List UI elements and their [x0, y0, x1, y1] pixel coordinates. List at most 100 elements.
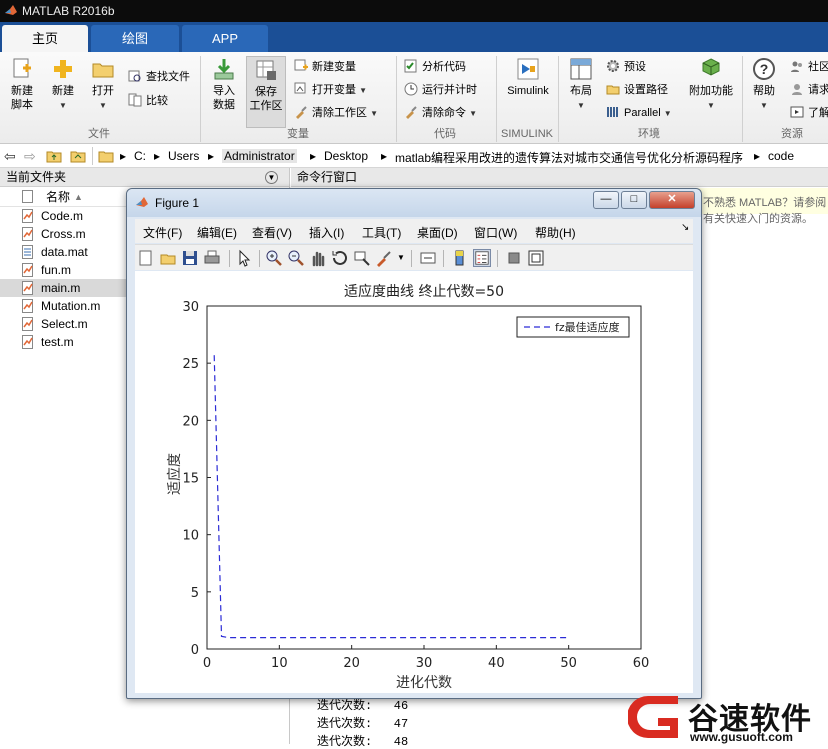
minimize-button[interactable]: — — [593, 191, 619, 209]
analyze-code-button[interactable]: 分析代码 — [404, 58, 466, 76]
menu-insert[interactable]: 插入(I) — [309, 224, 344, 241]
learn-button[interactable]: 了解 — [790, 104, 828, 122]
layout-button[interactable]: 布局 ▼ — [564, 56, 598, 113]
file-name: test.m — [41, 335, 74, 349]
group-file-label: 文件 — [88, 128, 110, 140]
learn-icon — [790, 106, 804, 118]
figure-window[interactable]: Figure 1 — □ ✕ 文件(F) 编辑(E) 查看(V) 插入(I) 工… — [126, 188, 702, 699]
close-button[interactable]: ✕ — [649, 191, 695, 209]
figure-canvas[interactable]: 适应度曲线 终止代数=50 进化代数 适应度 0 10 20 30 40 50 60 0 5 10… — [135, 271, 693, 693]
figure-title-bar[interactable]: Figure 1 — □ ✕ — [127, 189, 701, 217]
zoom-in-icon[interactable] — [265, 249, 283, 267]
pan-hand-icon[interactable] — [309, 249, 327, 267]
figure-title: Figure 1 — [155, 196, 200, 210]
gusuoft-logo-icon — [628, 696, 678, 738]
menu-desktop[interactable]: 桌面(D) — [417, 224, 458, 241]
zoom-out-icon[interactable] — [287, 249, 305, 267]
help-button[interactable]: ? 帮助 ▼ — [748, 56, 780, 113]
community-icon — [791, 61, 802, 72]
tab-apps[interactable]: APP — [182, 25, 268, 52]
dock-arrow-icon[interactable]: ↘ — [681, 222, 689, 233]
menu-window[interactable]: 窗口(W) — [474, 224, 517, 241]
breadcrumb-chevron: ▸ — [120, 149, 127, 163]
new-script-button[interactable]: 新建 脚本 — [4, 56, 40, 112]
y-tick-label: 30 — [182, 300, 199, 315]
parallel-button[interactable]: Parallel ▼ — [606, 104, 672, 122]
save-icon[interactable] — [181, 249, 199, 267]
set-path-label: 设置路径 — [624, 84, 668, 96]
chart-legend: fz最佳适应度 — [516, 316, 630, 338]
x-axis-label: 进化代数 — [396, 675, 452, 691]
clear-commands-button[interactable]: 清除命令 ▼ — [404, 104, 477, 122]
colorbar-icon[interactable] — [451, 249, 469, 267]
menu-edit[interactable]: 编辑(E) — [197, 224, 237, 241]
menu-tools[interactable]: 工具(T) — [362, 224, 401, 241]
tab-plots[interactable]: 绘图 — [91, 25, 179, 52]
gear-icon — [607, 60, 619, 72]
new-variable-button[interactable]: 新建变量 — [294, 58, 356, 76]
breadcrumb-users[interactable]: Users — [168, 149, 199, 163]
compare-label: 比较 — [146, 95, 168, 107]
fitness-curve-chart: 适应度曲线 终止代数=50 进化代数 适应度 0 10 20 30 40 50 60 0 5 10… — [166, 283, 650, 691]
print-icon[interactable] — [203, 249, 221, 267]
open-variable-button[interactable]: 打开变量 ▼ — [294, 81, 367, 99]
tab-home[interactable]: 主页 — [2, 25, 88, 52]
simulink-button[interactable]: Simulink — [502, 56, 554, 98]
new-label: 新建 — [52, 85, 74, 97]
breadcrumb-administrator[interactable]: Administrator — [222, 149, 297, 163]
show-plot-tools-icon[interactable] — [527, 249, 545, 267]
open-variable-label: 打开变量 — [312, 84, 356, 96]
current-folder-title: 当前文件夹 — [6, 170, 67, 184]
menu-file[interactable]: 文件(F) — [143, 224, 182, 241]
dropdown-arrow-icon: ▼ — [469, 109, 477, 118]
request-support-button[interactable]: 请求 — [790, 81, 828, 99]
dropdown-arrow-icon: ▼ — [370, 109, 378, 118]
dropdown-arrow-icon: ▼ — [663, 109, 672, 118]
link-plot-icon[interactable] — [419, 249, 437, 267]
rotate-3d-icon[interactable] — [331, 249, 349, 267]
maximize-button[interactable]: □ — [621, 191, 647, 209]
find-files-button[interactable]: 查找文件 — [128, 68, 190, 86]
folder-open-icon — [92, 63, 114, 78]
preferences-button[interactable]: 预设 — [606, 58, 646, 76]
breadcrumb-code[interactable]: code — [768, 149, 794, 163]
menu-view[interactable]: 查看(V) — [252, 224, 292, 241]
new-figure-icon[interactable] — [137, 249, 155, 267]
open-button[interactable]: 打开 ▼ — [86, 56, 120, 113]
back-arrow-icon[interactable]: ⇦ — [4, 148, 16, 165]
breadcrumb-drive[interactable]: C: — [134, 149, 146, 163]
m-file-icon — [22, 227, 33, 241]
hide-plot-tools-icon[interactable] — [505, 249, 523, 267]
dropdown-arrow-icon[interactable]: ▼ — [397, 253, 405, 262]
browse-folder-icon[interactable] — [70, 149, 86, 163]
new-variable-label: 新建变量 — [312, 61, 356, 73]
sort-ascending-icon: ▲ — [74, 192, 83, 202]
clear-workspace-button[interactable]: 清除工作区 ▼ — [294, 104, 378, 122]
import-data-button[interactable]: 导入 数据 — [206, 56, 242, 112]
forward-arrow-icon[interactable]: ⇨ — [24, 148, 36, 165]
address-separator — [92, 147, 93, 165]
menu-help[interactable]: 帮助(H) — [535, 224, 576, 241]
pointer-icon[interactable] — [235, 249, 253, 267]
x-tick-label: 60 — [633, 656, 650, 671]
legend-icon[interactable] — [473, 249, 491, 267]
run-and-time-label: 运行并计时 — [422, 84, 477, 96]
new-button[interactable]: 新建 ▼ — [46, 56, 80, 113]
add-ons-button[interactable]: 附加功能 ▼ — [688, 56, 734, 113]
breadcrumb-chevron: ▸ — [154, 149, 161, 163]
run-and-time-button[interactable]: 运行并计时 — [404, 81, 477, 99]
data-cursor-icon[interactable] — [353, 249, 371, 267]
up-folder-icon[interactable] — [46, 149, 62, 163]
y-tick-label: 10 — [182, 529, 199, 544]
brush-icon[interactable] — [375, 249, 393, 267]
breadcrumb-desktop[interactable]: Desktop — [324, 149, 368, 163]
save-workspace-button[interactable]: 保存 工作区 — [246, 56, 286, 128]
open-file-icon[interactable] — [159, 249, 177, 267]
community-button[interactable]: 社区 — [790, 58, 828, 76]
compare-button[interactable]: 比较 — [128, 92, 168, 110]
y-tick-label: 20 — [182, 414, 199, 429]
parallel-label: Parallel — [624, 107, 661, 119]
breadcrumb-project-folder[interactable]: matlab编程采用改进的遗传算法对城市交通信号优化分析源码程序 — [395, 149, 743, 166]
set-path-button[interactable]: 设置路径 — [606, 81, 668, 99]
panel-options-icon[interactable]: ▼ — [265, 171, 278, 184]
